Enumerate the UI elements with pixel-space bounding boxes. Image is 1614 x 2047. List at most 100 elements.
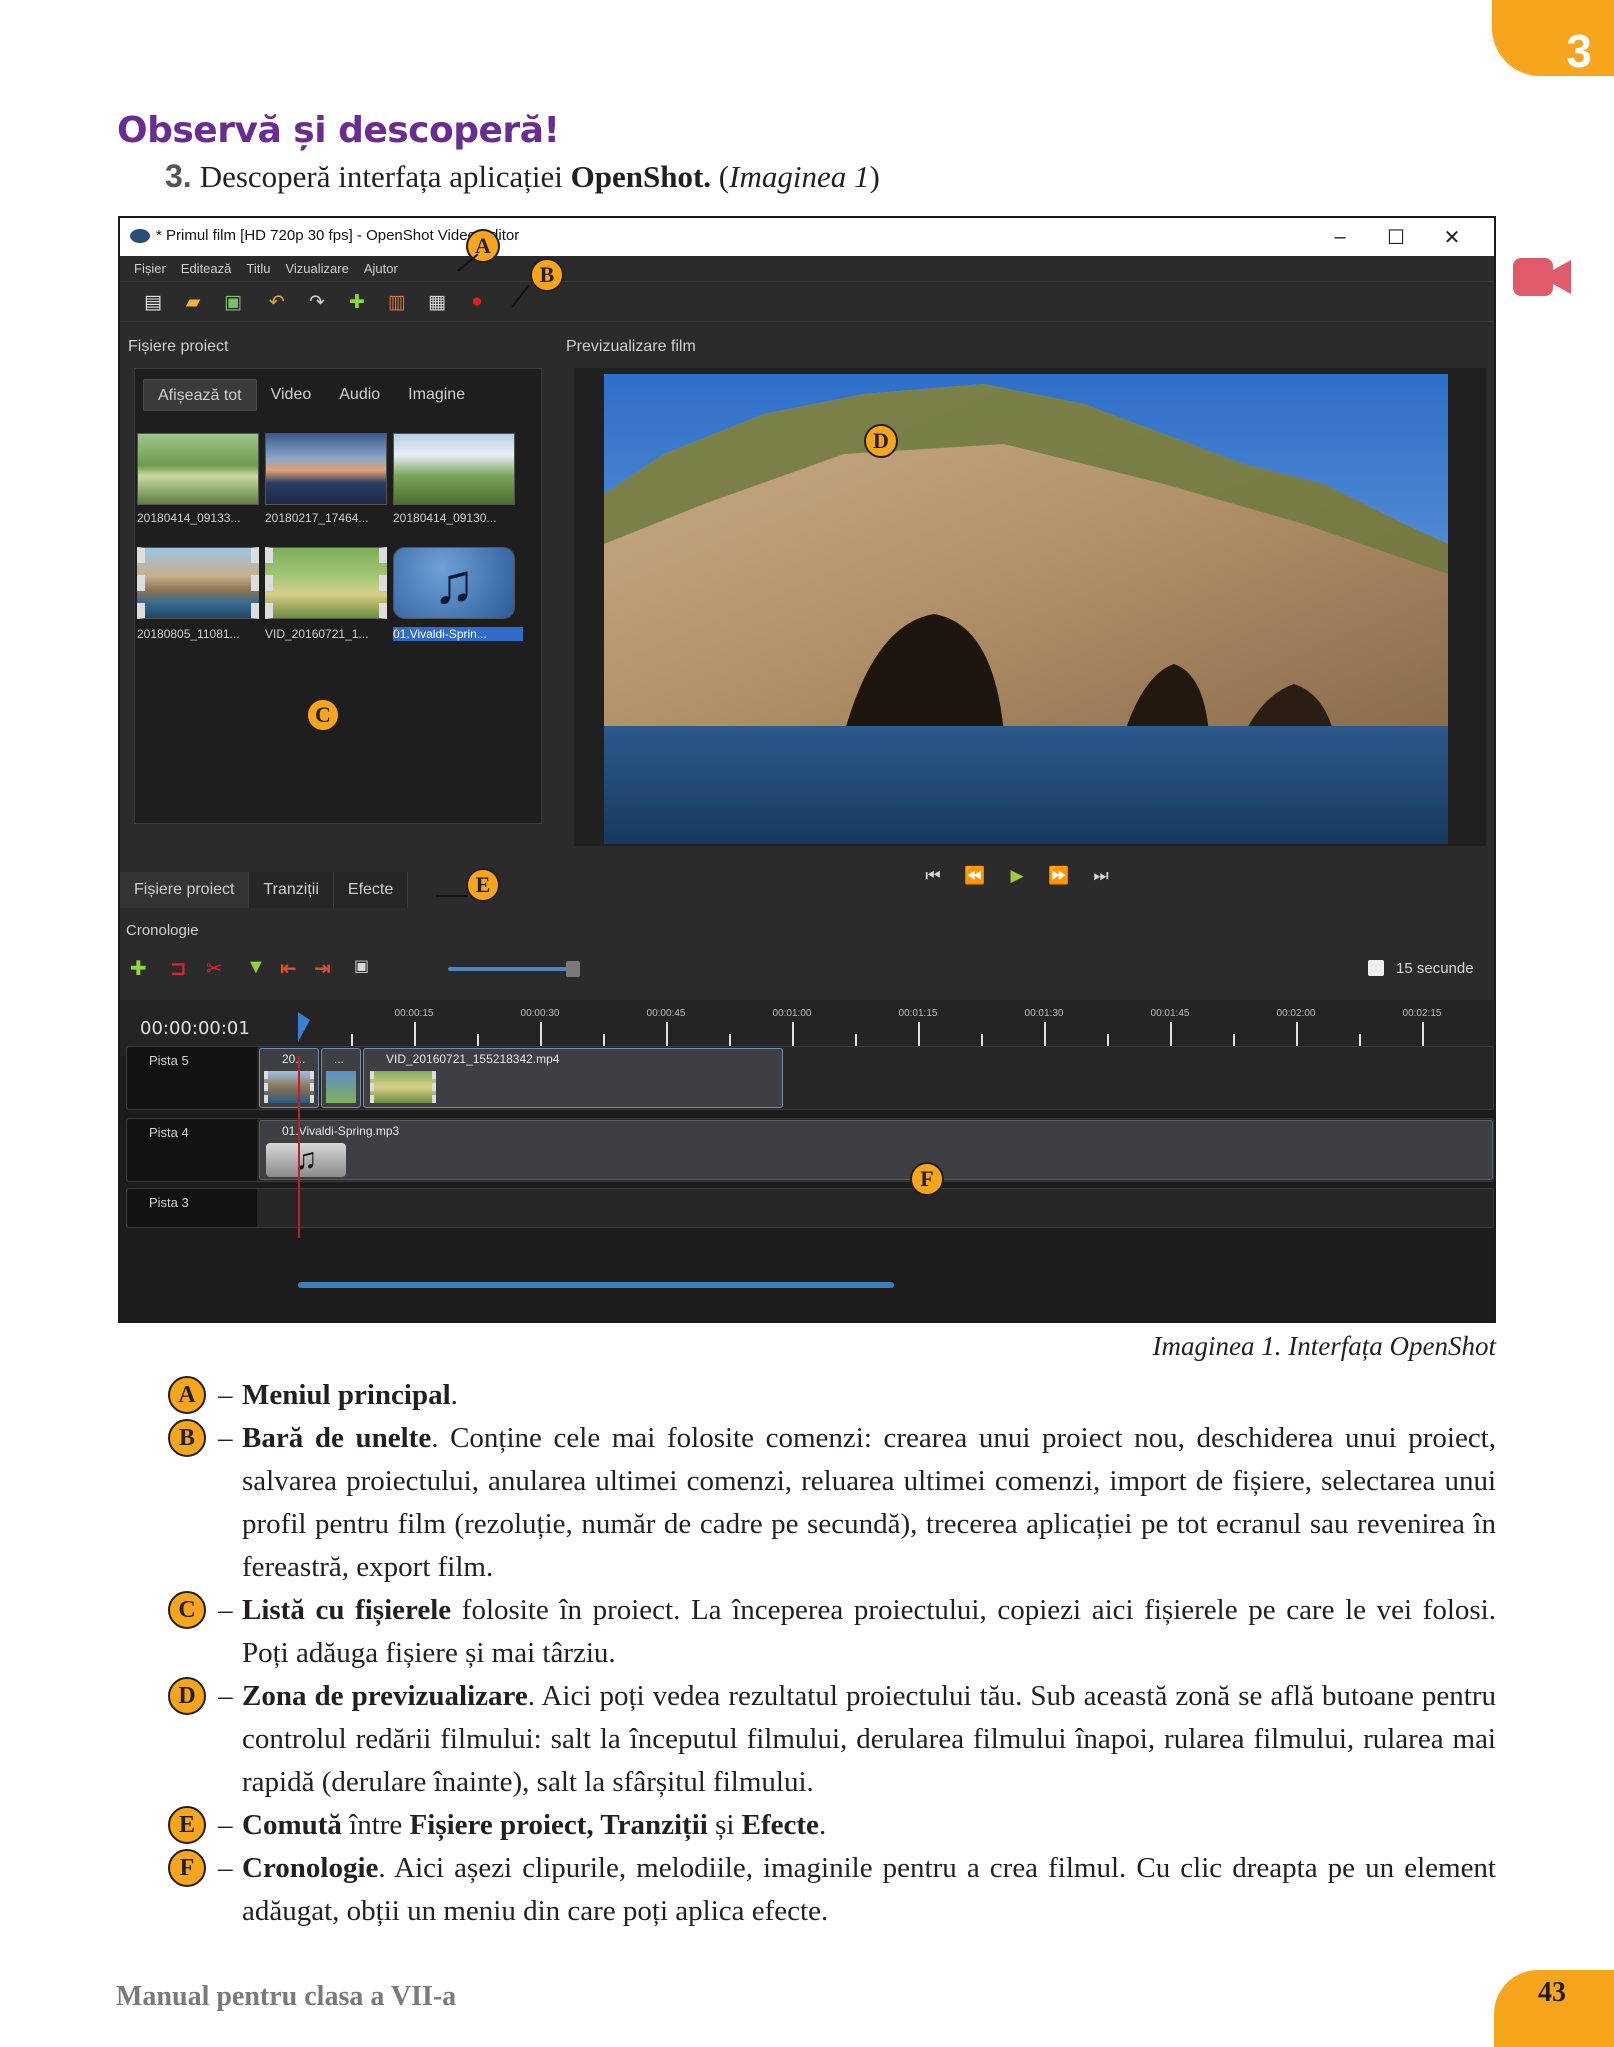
file-thumbnail[interactable]	[137, 433, 259, 505]
new-project-icon[interactable]: ▤	[142, 292, 164, 313]
marker-f: F	[168, 1849, 206, 1887]
timeline-scrollbar[interactable]	[298, 1282, 894, 1288]
callout-c: C	[306, 698, 340, 732]
export-film-icon[interactable]: ●	[466, 291, 488, 312]
menu-file[interactable]: Fișier	[134, 256, 175, 281]
filter-image[interactable]: Imagine	[394, 379, 479, 411]
menu-help[interactable]: Ajutor	[364, 256, 407, 281]
filter-video[interactable]: Video	[257, 379, 326, 411]
project-files-panel: Afișează tot Video Audio Imagine 2018041…	[134, 368, 542, 824]
snapping-icon[interactable]: ⊐	[170, 956, 187, 981]
playhead-icon[interactable]	[296, 1012, 316, 1046]
marker-e: E	[168, 1806, 206, 1844]
filter-tabs: Afișează tot Video Audio Imagine	[135, 379, 479, 411]
filter-all[interactable]: Afișează tot	[143, 379, 257, 411]
rewind-icon[interactable]: ⏪	[962, 866, 988, 886]
close-button[interactable]: ✕	[1424, 220, 1480, 254]
file-label: 20180805_11081...	[137, 627, 240, 641]
preview-video-frame	[604, 374, 1448, 844]
description-item: A – Meniul principal.	[168, 1374, 1496, 1417]
clip-label: 20...	[282, 1052, 306, 1066]
track-name: Pista 4	[149, 1125, 189, 1140]
track-pista-5: Pista 5 20... ... VID_20160721_155218342…	[126, 1046, 1494, 1110]
track-header: Pista 3	[127, 1189, 257, 1227]
exercise-statement: 3. Descoperă interfața aplicației OpenSho…	[165, 158, 880, 195]
play-icon[interactable]: ▶	[1004, 866, 1030, 886]
redo-icon[interactable]: ↷	[306, 292, 328, 313]
add-marker-icon[interactable]: ▼	[246, 956, 266, 979]
choose-profile-icon[interactable]: ▥	[386, 292, 408, 313]
timeline-clip[interactable]: VID_20160721_155218342.mp4	[363, 1048, 783, 1108]
file-thumbnail[interactable]	[265, 433, 387, 505]
timeline-title: Cronologie	[126, 922, 199, 939]
description-term: Fișiere proiect, Tranziții	[409, 1809, 708, 1841]
ruler-label: 00:02:15	[1402, 1008, 1442, 1019]
section-title: Observă și descoperă!	[117, 110, 560, 151]
center-timeline-icon[interactable]: ▣	[354, 956, 369, 976]
chapter-number: 3	[1566, 25, 1592, 77]
tab-transitions[interactable]: Tranziții	[249, 872, 334, 908]
marker-c: C	[168, 1591, 206, 1629]
ruler-label: 00:00:15	[394, 1008, 434, 1019]
ruler-label: 00:01:30	[1024, 1008, 1064, 1019]
menu-view[interactable]: Vizualizare	[285, 256, 357, 281]
timeline-audio-clip[interactable]: 01.Vivaldi-Spring.mp3 ♫	[259, 1120, 1493, 1180]
file-thumbnail[interactable]	[393, 433, 515, 505]
music-note-icon[interactable]: ♫	[393, 547, 515, 619]
timeline-toolbar: ✚ ⊐ ✂ ▼ ⇤ ⇥ ▣	[120, 948, 1494, 984]
window-controls: – ☐ ✕	[1312, 220, 1480, 254]
filter-audio[interactable]: Audio	[325, 379, 394, 411]
description-text: .	[818, 1809, 827, 1841]
save-project-icon[interactable]: ▣	[222, 292, 244, 313]
tab-effects[interactable]: Efecte	[333, 872, 409, 908]
zoom-checkbox[interactable]	[1368, 960, 1384, 976]
next-marker-icon[interactable]: ⇥	[314, 956, 331, 981]
menu-edit[interactable]: Editează	[181, 256, 241, 281]
description-item: C – Listă cu fișierele folosite în proiect…	[168, 1589, 1496, 1675]
razor-icon[interactable]: ✂	[206, 956, 223, 981]
track-header: Pista 4	[127, 1119, 257, 1181]
tab-project-files[interactable]: Fișiere proiect	[120, 872, 250, 908]
video-thumbnail[interactable]	[137, 547, 259, 619]
open-project-icon[interactable]: ▰	[182, 292, 204, 313]
bottom-tabs: Fișiere proiect Tranziții Efecte	[120, 872, 409, 908]
track-pista-4: Pista 4 01.Vivaldi-Spring.mp3 ♫	[126, 1118, 1494, 1182]
video-thumbnail[interactable]	[265, 547, 387, 619]
image-reference: Imaginea 1	[729, 159, 870, 194]
description-term: Meniul principal	[242, 1379, 451, 1411]
undo-icon[interactable]: ↶	[266, 292, 288, 313]
add-track-icon[interactable]: ✚	[130, 956, 147, 981]
jump-end-icon[interactable]: ⏭	[1088, 866, 1114, 886]
description-term: Bară de unelte	[242, 1422, 432, 1454]
ruler-label: 00:00:45	[646, 1008, 686, 1019]
description-text: . Aici așezi clipurile, melodiile, imagi…	[242, 1852, 1496, 1927]
zoom-slider-handle[interactable]	[566, 961, 580, 977]
chapter-tab: 3	[1492, 0, 1614, 77]
music-note-icon: ♫	[266, 1143, 346, 1177]
files-panel-title: Fișiere proiect	[128, 338, 229, 355]
fast-forward-icon[interactable]: ⏩	[1046, 866, 1072, 886]
marker-b: B	[168, 1419, 206, 1457]
callout-f: F	[910, 1162, 944, 1196]
jump-start-icon[interactable]: ⏮	[920, 866, 946, 886]
file-label: 20180414_09130...	[393, 511, 497, 525]
track-pista-3: Pista 3	[126, 1188, 1494, 1228]
leader-line	[436, 895, 468, 897]
maximize-button[interactable]: ☐	[1368, 220, 1424, 254]
description-term: Comută	[242, 1809, 342, 1841]
clip-label: VID_20160721_155218342.mp4	[386, 1052, 560, 1066]
description-item: F – Cronologie. Aici așezi clipurile, melo…	[168, 1847, 1496, 1933]
timeline-clip[interactable]: ...	[321, 1048, 361, 1108]
previous-marker-icon[interactable]: ⇤	[280, 956, 297, 981]
minimize-button[interactable]: –	[1312, 220, 1368, 254]
fullscreen-icon[interactable]: ▦	[426, 292, 448, 313]
ruler-label: 00:02:00	[1276, 1008, 1316, 1019]
menu-title[interactable]: Titlu	[246, 256, 279, 281]
description-text: .	[450, 1379, 458, 1411]
timeline-clip[interactable]: 20...	[259, 1048, 319, 1108]
import-files-icon[interactable]: ✚	[346, 292, 368, 313]
track-name: Pista 5	[149, 1053, 189, 1068]
zoom-slider-track[interactable]	[448, 967, 572, 971]
playhead-line	[298, 1056, 300, 1238]
main-menu: Fișier Editează Titlu Vizualizare Ajutor	[120, 256, 1494, 282]
